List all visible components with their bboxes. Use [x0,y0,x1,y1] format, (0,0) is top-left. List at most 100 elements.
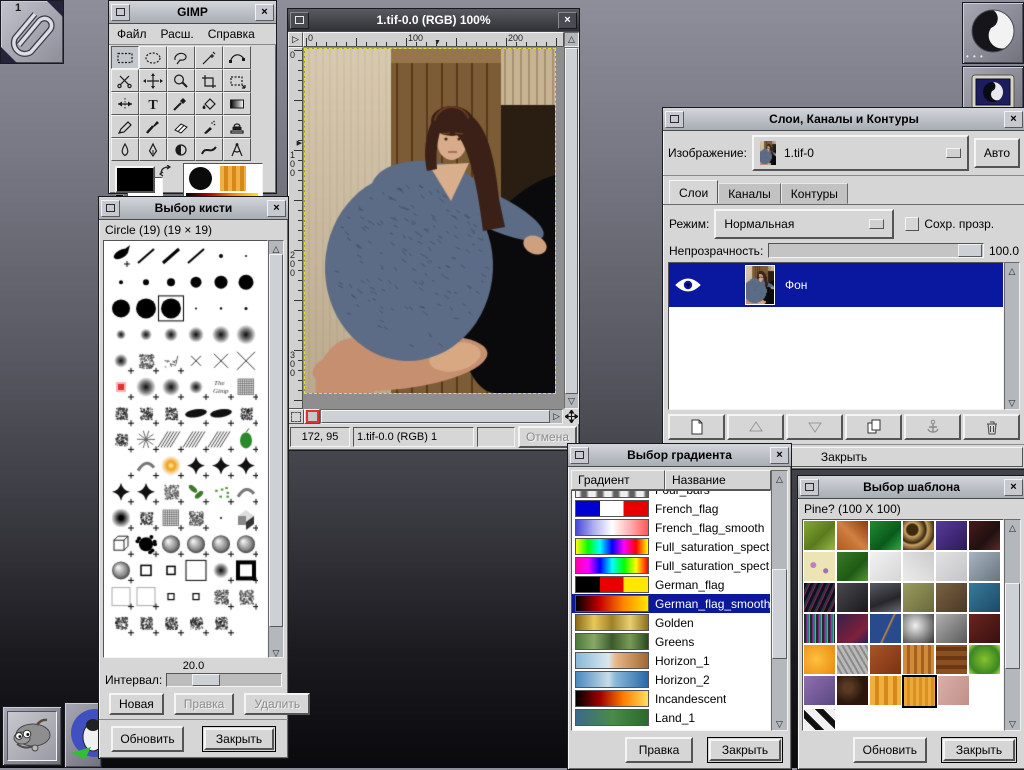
pattern-cell-8[interactable] [869,551,902,582]
pattern-cell-26[interactable] [869,644,902,675]
tool-pencil[interactable] [111,115,139,138]
vscroll-thumb[interactable] [565,48,578,394]
canvas-area[interactable] [303,47,564,409]
minimize-button[interactable] [570,447,589,464]
gradient-row-Horizon_1[interactable]: Horizon_1 [572,651,770,670]
pattern-cell-17[interactable] [968,582,1001,613]
qmask-off-button[interactable] [288,409,304,424]
pattern-cell-32[interactable] [869,675,902,706]
pattern-cell-25[interactable] [836,644,869,675]
image-titlebar[interactable]: 1.tif-0.0 (RGB) 100% × [288,9,579,32]
vscroll-down-arrow[interactable]: ▽ [565,395,578,408]
tool-text[interactable]: T [139,92,167,115]
pattern-cell-24[interactable] [803,644,836,675]
horizontal-scrollbar[interactable]: ▷ [320,409,563,424]
pattern-cell-35[interactable] [803,708,836,731]
active-pattern-indicator[interactable] [220,166,246,191]
image-dropdown[interactable]: 1.tif-0 [752,135,969,171]
image-menu-button[interactable]: ▷ [288,32,303,47]
pattern-cell-4[interactable] [935,520,968,551]
tool-color-picker[interactable] [167,92,195,115]
duplicate-layer-button[interactable] [845,414,902,440]
active-brush-indicator[interactable] [189,167,212,190]
spacing-slider[interactable] [166,673,282,687]
pattern-cell-15[interactable] [902,582,935,613]
scroll-up-arrow[interactable]: △ [772,471,787,485]
tool-paintbrush[interactable] [139,115,167,138]
pattern-cell-28[interactable] [935,644,968,675]
layers-titlebar[interactable]: Слои, Каналы и Контуры × [663,108,1024,131]
layer-row[interactable]: Фон [669,263,1003,307]
spacing-slider-thumb[interactable] [192,674,220,686]
close-dialog-button[interactable]: Закрыть [204,728,274,750]
gradient-row-Incandescent[interactable]: Incandescent [572,689,770,708]
gradient-row-Full_saturation_spectr[interactable]: Full_saturation_spectr [572,556,770,575]
pattern-cell-11[interactable] [968,551,1001,582]
tab-paths[interactable]: Контуры [781,183,848,204]
tool-crop[interactable] [195,69,223,92]
scroll-down-arrow[interactable]: ▽ [772,716,787,730]
new-layer-button[interactable] [668,414,725,440]
raise-layer-button[interactable] [727,414,784,440]
auto-button[interactable]: Авто [974,138,1020,168]
tool-flip[interactable] [111,92,139,115]
pattern-cell-23[interactable] [968,613,1001,644]
pattern-cell-0[interactable] [803,520,836,551]
pattern-cell-12[interactable] [803,582,836,613]
scroll-thumb[interactable] [772,569,787,659]
tab-layers[interactable]: Слои [669,180,718,204]
scroll-up-arrow[interactable]: △ [269,241,283,253]
column-name[interactable]: Название [665,470,771,490]
gradient-row-French_flag[interactable]: French_flag [572,499,770,518]
tool-ink[interactable] [139,138,167,161]
scroll-up-arrow[interactable]: △ [1005,263,1019,277]
tool-lasso[interactable] [167,46,195,69]
close-dialog-button[interactable]: Закрыть [709,739,781,761]
pattern-cell-14[interactable] [869,582,902,613]
pattern-cell-19[interactable] [836,613,869,644]
tool-magnify[interactable] [167,69,195,92]
minimize-button[interactable] [800,479,819,496]
dock-tile-gimp-wilber[interactable] [2,706,62,766]
pattern-cell-34[interactable] [937,675,970,706]
desktop-pager-tile[interactable]: 1 [0,0,64,64]
close-button[interactable]: × [770,447,789,464]
swap-colors-icon[interactable] [159,165,173,177]
pattern-cell-31[interactable] [836,675,869,706]
pattern-cell-3[interactable] [902,520,935,551]
gradient-row-Four_bars[interactable]: Four_bars [572,490,770,499]
scroll-down-arrow[interactable]: ▽ [1005,395,1019,409]
visibility-eye-icon[interactable] [675,277,701,293]
close-button[interactable]: × [1004,479,1023,496]
hscroll-right-arrow[interactable]: ▷ [551,410,562,423]
pattern-cell-21[interactable] [902,613,935,644]
scroll-up-arrow[interactable]: △ [1005,520,1020,534]
gradient-row-Horizon_2[interactable]: Horizon_2 [572,670,770,689]
gradient-row-French_flag_smooth[interactable]: French_flag_smooth [572,518,770,537]
tool-dodge-burn[interactable] [167,138,195,161]
close-button[interactable]: × [267,200,286,217]
opacity-slider-thumb[interactable] [958,244,982,257]
dock-tile-penguin[interactable] [64,702,102,768]
brush-titlebar[interactable]: Выбор кисти × [99,197,288,220]
pattern-cell-6[interactable] [803,551,836,582]
minimize-button[interactable] [290,12,309,29]
vscroll-up-arrow[interactable]: △ [564,32,579,47]
pattern-cell-16[interactable] [935,582,968,613]
menu-file[interactable]: Файл [117,27,147,41]
tool-measure[interactable] [223,138,251,161]
brush-list[interactable] [103,240,268,658]
scroll-thumb[interactable] [1005,583,1020,669]
pattern-cell-20[interactable] [869,613,902,644]
tool-blend[interactable] [223,92,251,115]
scroll-thumb[interactable] [269,254,283,627]
tool-rect-select[interactable] [111,46,139,69]
gradient-scrollbar[interactable]: △ ▽ [771,470,788,731]
mode-dropdown[interactable]: Нормальная [714,209,894,239]
tab-channels[interactable]: Каналы [718,183,781,204]
qmask-on-button[interactable] [304,409,320,424]
pattern-scrollbar[interactable]: △ ▽ [1004,519,1021,731]
pattern-cell-1[interactable] [836,520,869,551]
scroll-down-arrow[interactable]: ▽ [269,645,283,657]
hscroll-thumb[interactable] [321,410,550,423]
